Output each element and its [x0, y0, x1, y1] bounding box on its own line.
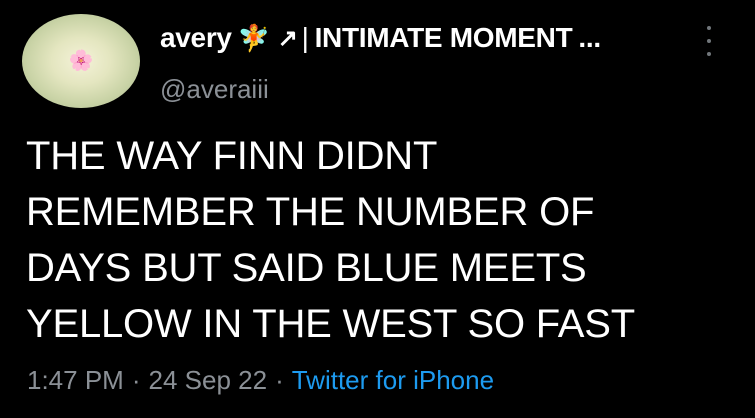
tweet-text-line: THE WAY FINN DIDNT	[26, 134, 438, 178]
display-name[interactable]: avery	[160, 22, 232, 54]
name-ellipsis: ...	[578, 22, 601, 53]
tweet-date[interactable]: 24 Sep 22	[149, 365, 268, 395]
fairy-emoji-icon: 🧚	[237, 23, 270, 53]
name-separator: |	[301, 22, 309, 53]
tweet-text-line: YELLOW IN THE WEST SO FAST	[26, 302, 635, 346]
author-name-row[interactable]: avery 🧚 ↗ | INTIMATE MOMENT ...	[160, 22, 601, 54]
name-title: INTIMATE MOMENT	[314, 22, 573, 53]
tweet-header: avery 🧚 ↗ | INTIMATE MOMENT ... @averaii…	[160, 22, 735, 112]
meta-dot: ·	[131, 365, 141, 395]
tweet-time[interactable]: 1:47 PM	[27, 365, 124, 395]
avatar[interactable]: 🌸	[22, 14, 140, 108]
tweet-text-line: DAYS BUT SAID BLUE MEETS	[26, 246, 587, 290]
meta-dot: ·	[275, 365, 284, 395]
tweet-source-link[interactable]: Twitter for iPhone	[292, 365, 494, 395]
tweet-meta: 1:47 PM · 24 Sep 22 · Twitter for iPhone	[27, 365, 494, 396]
author-handle[interactable]: @averaiii	[160, 74, 269, 105]
flower-icon: 🌸	[68, 50, 94, 72]
arrow-up-right-icon: ↗	[277, 24, 298, 52]
tweet-text: THE WAY FINN DIDNT REMEMBER THE NUMBER O…	[26, 128, 736, 352]
more-vertical-icon[interactable]	[702, 26, 716, 56]
tweet: 🌸 avery 🧚 ↗ | INTIMATE MOMENT ... @avera…	[0, 0, 755, 418]
tweet-text-line: REMEMBER THE NUMBER OF	[26, 190, 595, 234]
